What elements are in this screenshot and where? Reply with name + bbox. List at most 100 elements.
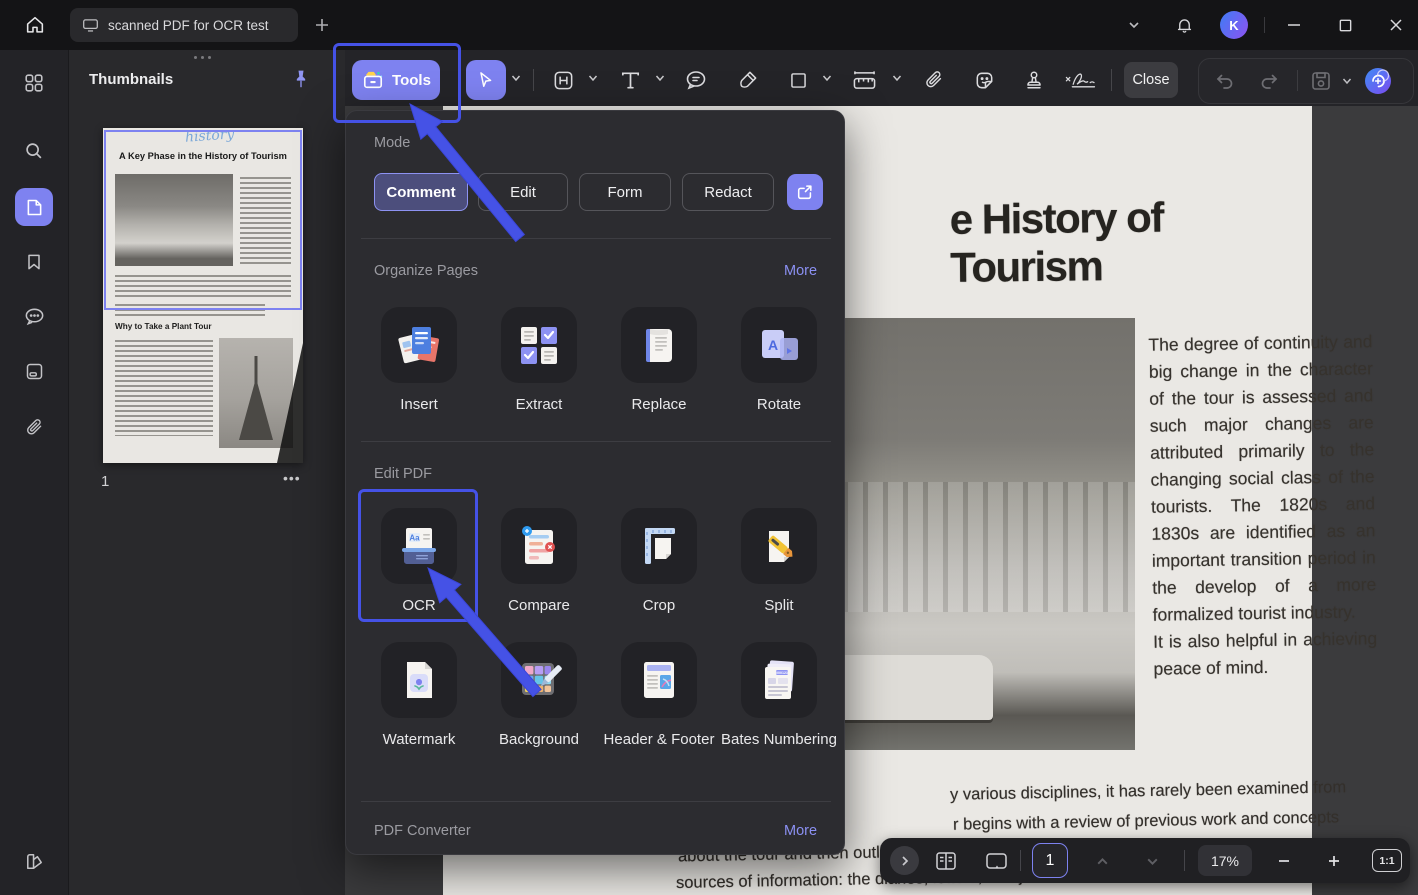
tile-label-header-footer[interactable]: Header & Footer: [599, 730, 719, 750]
actual-size-button[interactable]: 1:1: [1372, 849, 1402, 872]
new-tab-button[interactable]: [310, 13, 334, 37]
select-tool-chevron-icon[interactable]: [510, 72, 522, 84]
comment-tool-icon[interactable]: [679, 64, 713, 96]
redo-icon[interactable]: [1257, 69, 1281, 93]
page-number-input[interactable]: 1: [1032, 843, 1068, 878]
pin-panel-icon[interactable]: [291, 68, 311, 90]
signature-tool-icon[interactable]: [1063, 64, 1097, 96]
crop-tool-tile[interactable]: [621, 508, 697, 584]
tools-dropdown-panel: Mode Comment Edit Form Redact Organize P…: [345, 110, 845, 855]
attachments-paperclip-icon[interactable]: [15, 408, 53, 446]
tile-label-rotate[interactable]: Rotate: [719, 395, 839, 415]
tile-label-extract[interactable]: Extract: [479, 395, 599, 415]
measure-tool-icon[interactable]: [847, 64, 881, 96]
sticker-tool-icon[interactable]: [967, 64, 1001, 96]
ocr-tool-tile[interactable]: Aa: [381, 508, 457, 584]
tile-label-watermark[interactable]: Watermark: [359, 730, 479, 750]
tile-label-ocr[interactable]: OCR: [359, 596, 479, 616]
home-button[interactable]: [16, 8, 54, 42]
file-card-icon[interactable]: [15, 352, 53, 390]
draw-tools-icon[interactable]: [15, 842, 53, 880]
tile-label-insert[interactable]: Insert: [359, 395, 479, 415]
tile-label-split[interactable]: Split: [719, 596, 839, 616]
document-tab[interactable]: scanned PDF for OCR test: [70, 8, 298, 42]
header-footer-tool-tile[interactable]: [621, 642, 697, 718]
tools-button[interactable]: Tools: [352, 60, 440, 100]
panel-resize-handle[interactable]: [194, 56, 211, 59]
mode-edit-button[interactable]: Edit: [478, 173, 568, 211]
titlebar-chevron-down-icon[interactable]: [1122, 13, 1146, 37]
highlighter-tool-icon[interactable]: [730, 64, 764, 96]
page-thumbnail[interactable]: history A Key Phase in the History of To…: [103, 128, 303, 463]
thumb-page-number: 1: [101, 473, 109, 490]
toolbar-separator: [1111, 69, 1112, 91]
converter-more-link[interactable]: More: [784, 823, 817, 839]
tile-label-crop[interactable]: Crop: [599, 596, 719, 616]
mode-redact-button[interactable]: Redact: [682, 173, 774, 211]
shapes-tool-icon[interactable]: [781, 64, 815, 96]
thumbnails-panel-icon[interactable]: [15, 188, 53, 226]
organize-more-link[interactable]: More: [784, 263, 817, 279]
user-avatar[interactable]: K: [1220, 11, 1248, 39]
zoom-in-icon[interactable]: [1320, 848, 1348, 874]
expand-bar-button[interactable]: [890, 846, 919, 875]
heading-tool-chevron-icon[interactable]: [587, 72, 599, 84]
reading-view-icon[interactable]: [932, 848, 960, 874]
shapes-tool-chevron-icon[interactable]: [821, 72, 833, 84]
replace-tool-tile[interactable]: [621, 307, 697, 383]
window-maximize-button[interactable]: [1333, 13, 1357, 37]
ai-assistant-icon[interactable]: [1363, 66, 1393, 96]
select-tool-button[interactable]: [466, 60, 506, 100]
tile-label-background[interactable]: Background: [479, 730, 599, 750]
bookmarks-icon[interactable]: [15, 243, 53, 281]
apps-grid-icon[interactable]: [15, 64, 53, 102]
undo-icon[interactable]: [1213, 69, 1237, 93]
text-tool-chevron-icon[interactable]: [654, 72, 666, 84]
zoom-out-icon[interactable]: [1270, 848, 1298, 874]
thumb-more-menu[interactable]: •••: [283, 470, 301, 486]
tile-label-replace[interactable]: Replace: [599, 395, 719, 415]
compare-tool-tile[interactable]: [501, 508, 577, 584]
mode-form-button[interactable]: Form: [579, 173, 671, 211]
bates-numbering-tool-tile[interactable]: 000123: [741, 642, 817, 718]
save-icon[interactable]: [1309, 69, 1333, 93]
notifications-bell-icon[interactable]: [1172, 13, 1196, 37]
attach-tool-icon[interactable]: [917, 64, 951, 96]
zoom-level-value[interactable]: 17%: [1198, 845, 1252, 876]
previous-page-icon[interactable]: [1088, 848, 1116, 874]
tile-label-bates-numbering[interactable]: Bates Numbering: [719, 730, 839, 750]
heading-tool-icon[interactable]: [546, 64, 580, 96]
open-external-button[interactable]: [787, 174, 823, 210]
thumbnails-panel-title: Thumbnails: [89, 71, 173, 88]
save-chevron-icon[interactable]: [1341, 75, 1353, 87]
thumb-viewport-indicator[interactable]: [104, 130, 302, 310]
split-tool-tile[interactable]: [741, 508, 817, 584]
insert-tool-tile[interactable]: [381, 307, 457, 383]
stamp-tool-icon[interactable]: [1017, 64, 1051, 96]
extract-tool-tile[interactable]: [501, 307, 577, 383]
bottom-bar-separator: [1020, 850, 1021, 871]
window-minimize-button[interactable]: [1282, 13, 1306, 37]
mode-comment-button[interactable]: Comment: [374, 173, 468, 211]
tools-box-icon: [361, 70, 385, 91]
svg-text:Aa: Aa: [409, 534, 420, 543]
presentation-mode-icon[interactable]: [982, 848, 1010, 874]
thumb-scan-shadow: [277, 343, 303, 463]
tile-label-compare[interactable]: Compare: [479, 596, 599, 616]
window-close-button[interactable]: [1384, 13, 1408, 37]
rotate-tool-tile[interactable]: A: [741, 307, 817, 383]
page-title-text: e History of Tourism: [950, 192, 1313, 292]
page-bottom-line: r begins with a review of previous work …: [953, 808, 1339, 834]
background-tool-tile[interactable]: [501, 642, 577, 718]
thumb-text-column: [115, 340, 213, 436]
watermark-tool-tile[interactable]: [381, 642, 457, 718]
left-icon-rail: [0, 50, 69, 895]
text-tool-icon[interactable]: [613, 64, 647, 96]
main-toolbar: Tools: [345, 50, 1418, 106]
bottom-navigation-bar: 1 17% 1:1: [880, 838, 1410, 883]
close-tools-button[interactable]: Close: [1124, 62, 1178, 98]
comments-icon[interactable]: [15, 297, 53, 335]
search-icon[interactable]: [15, 132, 53, 170]
measure-tool-chevron-icon[interactable]: [891, 72, 903, 84]
next-page-icon[interactable]: [1138, 848, 1166, 874]
